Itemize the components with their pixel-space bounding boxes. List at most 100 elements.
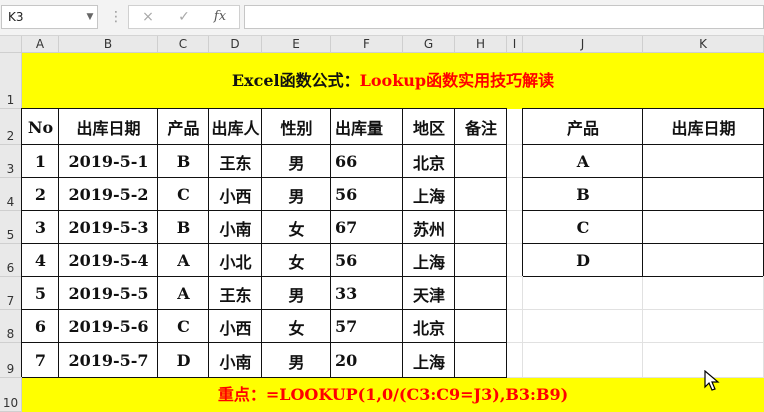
grid-cell[interactable]: [523, 343, 643, 378]
row-header-9[interactable]: 9: [0, 343, 22, 378]
title-banner[interactable]: Excel函数公式：Lookup函数实用技巧解读: [22, 53, 764, 109]
row-header-8[interactable]: 8: [0, 310, 22, 343]
table-data-cell[interactable]: 小南: [209, 343, 262, 378]
table-header-cell[interactable]: 产品: [158, 109, 209, 145]
table-data-cell[interactable]: 小西: [209, 178, 262, 211]
grid-cell[interactable]: [643, 277, 764, 310]
table-data-cell[interactable]: 男: [262, 178, 331, 211]
table-data-cell[interactable]: 66: [331, 145, 403, 178]
table-data-cell[interactable]: 小南: [209, 211, 262, 244]
column-header-k[interactable]: K: [643, 36, 764, 53]
enter-icon[interactable]: ✓: [169, 6, 199, 28]
column-header-j[interactable]: J: [523, 36, 643, 53]
table-data-cell[interactable]: 57: [331, 310, 403, 343]
table-data-cell[interactable]: 2019-5-1: [59, 145, 158, 178]
lookup-header-cell[interactable]: 出库日期: [643, 109, 764, 145]
column-header-d[interactable]: D: [209, 36, 262, 53]
column-header-a[interactable]: A: [22, 36, 59, 53]
grid-cell[interactable]: [507, 145, 523, 178]
lookup-data-cell[interactable]: [643, 211, 764, 244]
table-data-cell[interactable]: B: [158, 211, 209, 244]
grid-cell[interactable]: [523, 310, 643, 343]
table-data-cell[interactable]: A: [158, 244, 209, 277]
table-data-cell[interactable]: 1: [22, 145, 59, 178]
table-data-cell[interactable]: [455, 310, 507, 343]
table-data-cell[interactable]: [455, 145, 507, 178]
table-data-cell[interactable]: 上海: [403, 244, 455, 277]
table-header-cell[interactable]: 出库日期: [59, 109, 158, 145]
table-data-cell[interactable]: 56: [331, 244, 403, 277]
table-data-cell[interactable]: 女: [262, 244, 331, 277]
table-data-cell[interactable]: 7: [22, 343, 59, 378]
grid-cell[interactable]: [507, 277, 523, 310]
table-data-cell[interactable]: 北京: [403, 145, 455, 178]
table-header-cell[interactable]: No: [22, 109, 59, 145]
table-data-cell[interactable]: 王东: [209, 277, 262, 310]
table-data-cell[interactable]: [455, 244, 507, 277]
table-header-cell[interactable]: 备注: [455, 109, 507, 145]
chevron-down-icon[interactable]: ▼: [84, 5, 96, 29]
lookup-header-cell[interactable]: 产品: [523, 109, 643, 145]
table-data-cell[interactable]: 67: [331, 211, 403, 244]
table-data-cell[interactable]: 2019-5-2: [59, 178, 158, 211]
lookup-data-cell[interactable]: B: [523, 178, 643, 211]
lookup-data-cell[interactable]: [643, 178, 764, 211]
column-header-e[interactable]: E: [262, 36, 331, 53]
select-all-corner[interactable]: [0, 36, 22, 53]
table-data-cell[interactable]: C: [158, 178, 209, 211]
formula-input[interactable]: [244, 5, 764, 29]
table-data-cell[interactable]: [455, 211, 507, 244]
table-data-cell[interactable]: 北京: [403, 310, 455, 343]
table-data-cell[interactable]: 33: [331, 277, 403, 310]
table-data-cell[interactable]: 男: [262, 145, 331, 178]
table-data-cell[interactable]: 上海: [403, 343, 455, 378]
table-data-cell[interactable]: 女: [262, 211, 331, 244]
table-data-cell[interactable]: 2019-5-4: [59, 244, 158, 277]
column-header-g[interactable]: G: [403, 36, 455, 53]
table-data-cell[interactable]: D: [158, 343, 209, 378]
column-header-f[interactable]: F: [331, 36, 403, 53]
table-data-cell[interactable]: 男: [262, 277, 331, 310]
lookup-data-cell[interactable]: [643, 145, 764, 178]
table-data-cell[interactable]: 男: [262, 343, 331, 378]
lookup-data-cell[interactable]: C: [523, 211, 643, 244]
table-data-cell[interactable]: 2019-5-5: [59, 277, 158, 310]
table-header-cell[interactable]: 性别: [262, 109, 331, 145]
lookup-data-cell[interactable]: [643, 244, 764, 277]
table-header-cell[interactable]: 出库量: [331, 109, 403, 145]
table-data-cell[interactable]: 20: [331, 343, 403, 378]
table-data-cell[interactable]: 上海: [403, 178, 455, 211]
grid-cell[interactable]: [507, 310, 523, 343]
row-header-5[interactable]: 5: [0, 211, 22, 244]
column-header-b[interactable]: B: [59, 36, 158, 53]
table-data-cell[interactable]: [455, 277, 507, 310]
table-data-cell[interactable]: 小北: [209, 244, 262, 277]
formula-banner[interactable]: 重点：=LOOKUP(1,0/(C3:C9=J3),B3:B9): [22, 378, 764, 412]
row-header-10[interactable]: 10: [0, 378, 22, 412]
column-header-h[interactable]: H: [455, 36, 507, 53]
column-header-c[interactable]: C: [158, 36, 209, 53]
insert-function-icon[interactable]: fx: [205, 6, 235, 28]
row-header-7[interactable]: 7: [0, 277, 22, 310]
table-data-cell[interactable]: 4: [22, 244, 59, 277]
grid-cell[interactable]: [523, 277, 643, 310]
lookup-data-cell[interactable]: A: [523, 145, 643, 178]
grid-cell[interactable]: [507, 211, 523, 244]
table-data-cell[interactable]: 5: [22, 277, 59, 310]
column-header-i[interactable]: I: [507, 36, 523, 53]
table-data-cell[interactable]: A: [158, 277, 209, 310]
table-data-cell[interactable]: 苏州: [403, 211, 455, 244]
table-data-cell[interactable]: 小西: [209, 310, 262, 343]
grid-cell[interactable]: [507, 109, 523, 145]
table-data-cell[interactable]: 王东: [209, 145, 262, 178]
table-data-cell[interactable]: [455, 178, 507, 211]
grid-cell[interactable]: [507, 178, 523, 211]
table-data-cell[interactable]: B: [158, 145, 209, 178]
row-header-4[interactable]: 4: [0, 178, 22, 211]
table-data-cell[interactable]: 6: [22, 310, 59, 343]
table-data-cell[interactable]: 3: [22, 211, 59, 244]
table-header-cell[interactable]: 出库人: [209, 109, 262, 145]
row-header-1[interactable]: 1: [0, 53, 22, 109]
table-data-cell[interactable]: 天津: [403, 277, 455, 310]
grid-cell[interactable]: [507, 244, 523, 277]
